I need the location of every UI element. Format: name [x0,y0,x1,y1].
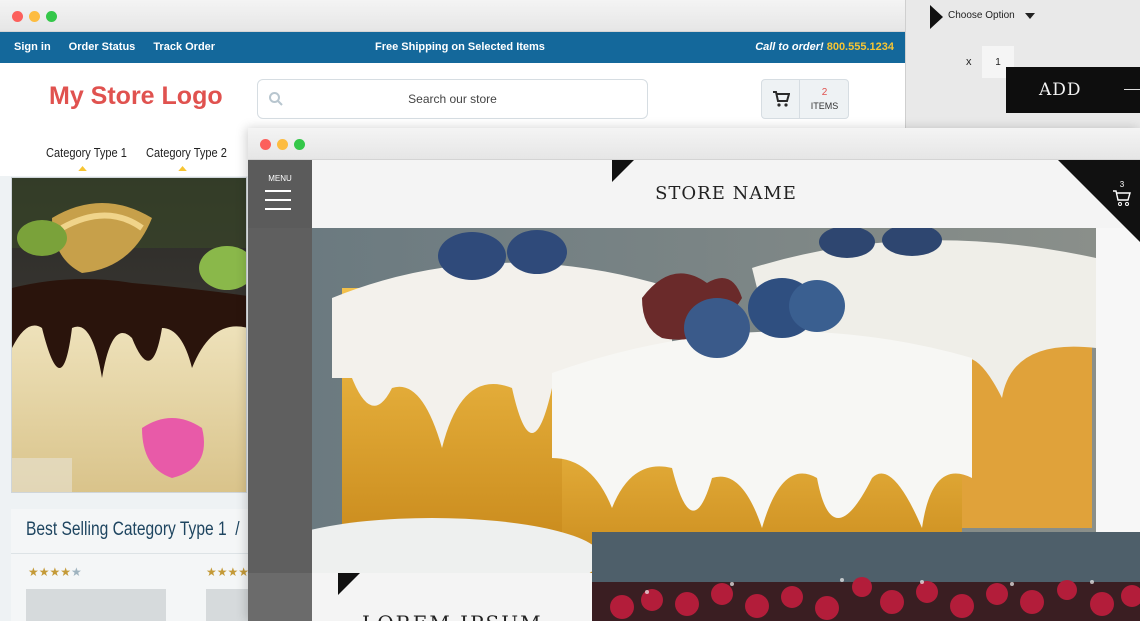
close-window-button[interactable] [12,11,23,22]
berries-illustration [592,532,1140,621]
add-button-label: ADD [1039,80,1082,100]
product-rating: ★★★★★ [28,565,82,579]
section-divider [11,553,251,554]
window-titlebar [0,0,905,32]
cart-items-label: ITEMS [810,101,839,111]
cupcakes-illustration [312,228,1096,573]
cart-icon [762,80,800,118]
cart-icon [1113,190,1131,206]
best-selling-section: Best Selling Category Type 1 / ★★★★★ ★★★… [11,509,346,621]
side-strip-lower [248,573,312,621]
content-card: LOREM IPSUM [312,573,590,621]
order-status-link[interactable]: Order Status [69,41,136,53]
category-label: Category Type 2 [146,145,227,160]
theme-preview-window: MENU STORE NAME 3 [248,128,1140,621]
sign-in-link[interactable]: Sign in [14,41,51,53]
chevron-down-icon[interactable] [1025,13,1035,19]
cart-count: 3 [1119,180,1125,189]
phone-number[interactable]: 800.555.1234 [827,41,894,53]
cake-illustration [12,178,246,492]
shipping-banner: Free Shipping on Selected Items [375,41,545,53]
search-placeholder: Search our store [408,92,497,106]
category-link-1[interactable]: Category Type 1 [46,145,127,171]
option-pointer-icon [930,5,943,29]
maximize-window-button[interactable] [46,11,57,22]
call-label: Call to order! [755,41,827,53]
card-heading: LOREM IPSUM [362,611,543,621]
quantity-multiplier: x [966,56,972,68]
theme-header: STORE NAME 3 [312,160,1140,242]
window-titlebar [248,128,1140,160]
add-to-cart-button[interactable]: ADD [1006,67,1140,113]
cart-button[interactable]: 2 ITEMS [761,79,849,119]
store-name[interactable]: STORE NAME [312,183,1140,204]
search-field[interactable]: Search our store [257,79,648,119]
utility-bar: Sign in Order Status Track Order Free Sh… [0,32,905,63]
hamburger-icon [265,190,291,217]
side-strip [248,228,312,621]
berries-image[interactable] [592,532,1140,621]
dash-decoration [1124,89,1140,90]
best-selling-title[interactable]: Best Selling Category Type 1 / [26,519,240,541]
product-thumbnail[interactable] [26,589,166,621]
close-window-button[interactable] [260,139,271,150]
corner-decoration [338,573,360,595]
product-option-window: Choose Option x 1 ADD [880,0,1140,128]
minimize-window-button[interactable] [277,139,288,150]
cake-photo[interactable] [11,177,247,493]
active-indicator [178,166,187,171]
cart-count: 2 [821,87,828,98]
heading-separator: / [235,519,240,540]
choose-option-select[interactable]: Choose Option [948,10,1015,21]
active-indicator [78,166,87,171]
menu-button[interactable]: MENU [248,160,312,228]
store-logo[interactable]: My Store Logo [49,82,223,111]
cart-button[interactable]: 3 [1112,180,1132,209]
menu-label: MENU [268,174,292,183]
hero-image[interactable] [312,228,1096,573]
track-order-link[interactable]: Track Order [153,41,215,53]
category-link-2[interactable]: Category Type 2 [146,145,227,171]
corner-decoration [612,160,634,182]
product-rating: ★★★★ [206,565,250,579]
category-label: Category Type 1 [46,145,127,160]
call-to-order: Call to order! 800.555.1234 [755,41,894,53]
maximize-window-button[interactable] [294,139,305,150]
section-heading: Best Selling Category Type 1 [26,519,227,540]
minimize-window-button[interactable] [29,11,40,22]
